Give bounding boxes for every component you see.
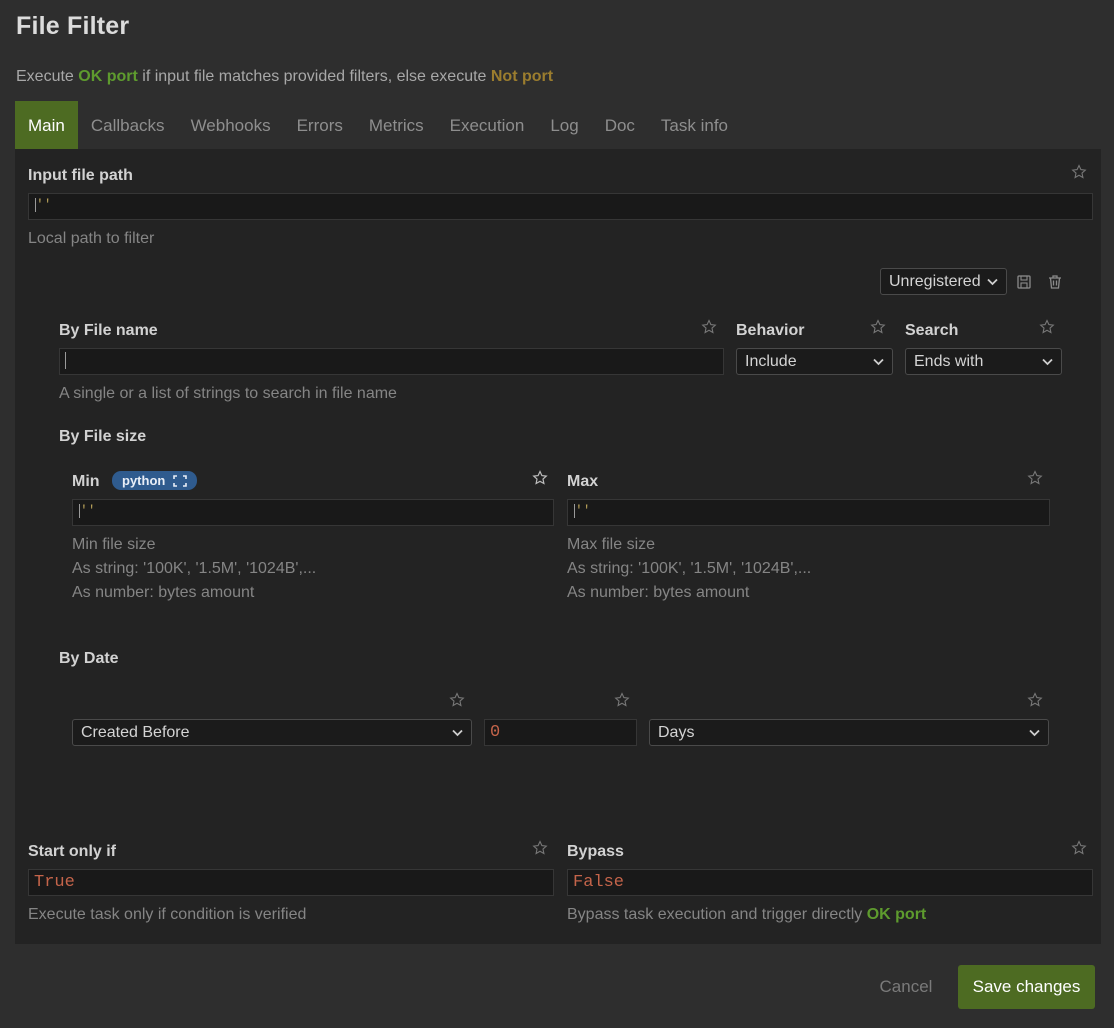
registration-select[interactable]: Unregistered — [880, 268, 1007, 295]
bypass-help-text: Bypass task execution and trigger direct… — [567, 906, 867, 923]
start-only-if-label: Start only if — [28, 843, 117, 860]
min-size-label: Min — [72, 473, 100, 490]
expand-icon — [173, 474, 188, 487]
max-size-help-line: As number: bytes amount — [567, 584, 750, 601]
input-file-path-field[interactable]: '' — [28, 193, 1093, 220]
chevron-down-icon — [1029, 729, 1040, 737]
tab-errors[interactable]: Errors — [284, 101, 356, 149]
date-unit-selected: Days — [658, 724, 695, 741]
input-file-path-label: Input file path — [28, 167, 133, 184]
search-selected: Ends with — [914, 353, 984, 370]
min-size-help-line: As string: '100K', '1.5M', '1024B',... — [72, 560, 317, 577]
star-icon[interactable] — [449, 692, 465, 708]
trash-icon[interactable] — [1046, 273, 1064, 291]
behavior-select[interactable]: Include — [736, 348, 893, 375]
chevron-down-icon — [873, 358, 884, 366]
tab-main[interactable]: Main — [15, 101, 78, 149]
bypass-help: Bypass task execution and trigger direct… — [567, 903, 926, 927]
star-icon[interactable] — [701, 319, 717, 335]
max-size-help-line: Max file size — [567, 536, 656, 553]
star-icon[interactable] — [1039, 319, 1055, 335]
by-date-label: By Date — [59, 650, 119, 667]
star-icon[interactable] — [1027, 470, 1043, 486]
date-condition-select[interactable]: Created Before — [72, 719, 472, 746]
start-only-if-input[interactable]: True — [28, 869, 554, 896]
by-file-size-label: By File size — [59, 428, 147, 445]
dialog-title: File Filter — [16, 12, 130, 40]
not-port-label: Not port — [490, 68, 554, 85]
python-badge[interactable]: python — [112, 471, 198, 490]
ok-port-label: OK port — [78, 68, 138, 85]
tab-execution[interactable]: Execution — [437, 101, 538, 149]
star-icon[interactable] — [532, 470, 548, 486]
min-size-help-line: As number: bytes amount — [72, 584, 255, 601]
python-badge-label: python — [122, 473, 166, 488]
input-file-path-value: '' — [36, 197, 52, 212]
star-icon[interactable] — [1027, 692, 1043, 708]
min-size-help-line: Min file size — [72, 536, 156, 553]
tab-callbacks[interactable]: Callbacks — [78, 101, 178, 149]
tab-doc[interactable]: Doc — [592, 101, 648, 149]
chevron-down-icon — [987, 278, 998, 286]
max-size-value: '' — [575, 503, 591, 518]
floppy-disk-icon[interactable] — [1015, 273, 1033, 291]
tab-log[interactable]: Log — [537, 101, 591, 149]
input-file-path-help: Local path to filter — [28, 230, 155, 247]
tab-metrics[interactable]: Metrics — [356, 101, 437, 149]
search-select[interactable]: Ends with — [905, 348, 1062, 375]
search-label: Search — [905, 322, 959, 339]
tab-task-info[interactable]: Task info — [648, 101, 741, 149]
cancel-button[interactable]: Cancel — [865, 965, 947, 1009]
description-middle: if input file matches provided filters, … — [137, 68, 491, 85]
save-changes-button[interactable]: Save changes — [958, 965, 1095, 1009]
bypass-label: Bypass — [567, 843, 624, 860]
star-icon[interactable] — [870, 319, 886, 335]
min-size-value: '' — [80, 503, 96, 518]
max-size-help: Max file size As string: '100K', '1.5M',… — [567, 533, 811, 605]
file-name-input[interactable] — [59, 348, 724, 375]
min-size-help: Min file size As string: '100K', '1.5M',… — [72, 533, 316, 605]
start-only-if-value: True — [34, 873, 75, 892]
description-prefix: Execute — [16, 68, 79, 85]
chevron-down-icon — [452, 729, 463, 737]
star-icon[interactable] — [1071, 164, 1087, 180]
date-condition-selected: Created Before — [81, 724, 190, 741]
bypass-value: False — [573, 873, 625, 892]
start-only-if-help: Execute task only if condition is verifi… — [28, 906, 307, 923]
bypass-ok-port-label: OK port — [866, 906, 927, 923]
min-size-input[interactable]: '' — [72, 499, 554, 526]
date-unit-select[interactable]: Days — [649, 719, 1049, 746]
tab-webhooks[interactable]: Webhooks — [178, 101, 284, 149]
max-size-help-line: As string: '100K', '1.5M', '1024B',... — [567, 560, 812, 577]
bypass-input[interactable]: False — [567, 869, 1093, 896]
registration-selected: Unregistered — [889, 273, 981, 290]
date-amount-input[interactable]: 0 — [484, 719, 637, 746]
star-icon[interactable] — [614, 692, 630, 708]
file-name-help: A single or a list of strings to search … — [59, 385, 397, 402]
dialog-description: Execute OK port if input file matches pr… — [16, 68, 553, 86]
chevron-down-icon — [1042, 358, 1053, 366]
tab-bar: Main Callbacks Webhooks Errors Metrics E… — [15, 101, 741, 149]
date-amount-value: 0 — [490, 723, 501, 742]
behavior-selected: Include — [745, 353, 797, 370]
behavior-label: Behavior — [736, 322, 805, 339]
by-file-name-label: By File name — [59, 322, 158, 339]
star-icon[interactable] — [532, 840, 548, 856]
max-size-input[interactable]: '' — [567, 499, 1050, 526]
star-icon[interactable] — [1071, 840, 1087, 856]
max-size-label: Max — [567, 473, 599, 490]
